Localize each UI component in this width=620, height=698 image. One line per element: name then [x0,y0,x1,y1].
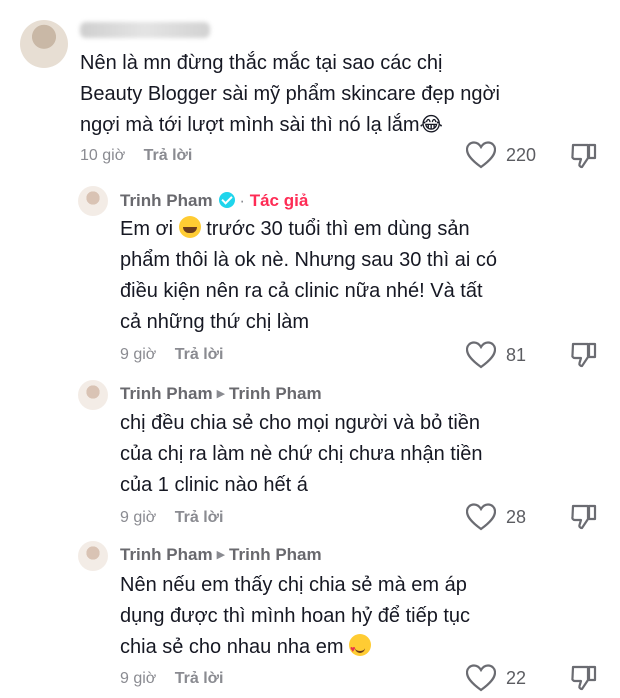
comment-text: Em ơi trước 30 tuổi thì em dùng sản phẩm… [120,216,497,333]
comment-author: Trinh Pham · Tác giả [120,191,309,210]
author-name[interactable]: Trinh Pham [120,545,213,564]
like-button[interactable]: 28 [466,503,526,531]
thumbs-down-icon[interactable] [570,665,598,691]
comment-text: Nên là mn đừng thắc mắc tại sao các chị … [80,52,500,136]
reply-to-name[interactable]: Trinh Pham [229,384,322,403]
author-badge: Tác giả [249,191,309,210]
reply-button[interactable]: Trả lời [144,147,193,164]
grinning-sweat-emoji-icon [178,216,201,238]
heart-outline-icon [466,141,496,169]
comment-author: Trinh Pham ▶ Trinh Pham [120,384,322,404]
like-count: 220 [506,144,537,165]
author-name[interactable]: Trinh Pham [120,384,213,403]
like-count: 81 [506,344,527,365]
comment-text: chị đều chia sẻ cho mọi người và bỏ tiền… [120,412,483,496]
comment-meta: 10 giờ Trả lời [80,147,192,165]
avatar[interactable] [78,541,108,571]
like-button[interactable]: 22 [466,664,526,692]
avatar[interactable] [78,186,108,216]
reply-arrow-icon: ▶ [216,549,226,561]
thumbs-down-icon[interactable] [570,504,598,530]
reply-to-name[interactable]: Trinh Pham [229,545,322,564]
thumbs-down-icon[interactable] [570,143,598,169]
like-button[interactable]: 220 [466,141,536,169]
comment-time: 9 giờ [120,670,157,687]
like-count: 28 [506,506,527,527]
reply-button[interactable]: Trả lời [175,670,224,687]
heart-outline-icon [466,664,496,692]
thumbs-down-icon[interactable] [570,342,598,368]
reply-button[interactable]: Trả lời [175,509,224,526]
like-button[interactable]: 81 [466,341,526,369]
comment-time: 9 giờ [120,509,157,526]
smiling-hearts-emoji-icon [349,634,372,665]
comment-meta: 9 giờ Trả lời [120,670,223,688]
heart-outline-icon [466,503,496,531]
comment-author: Trinh Pham ▶ Trinh Pham [120,545,322,565]
reply-arrow-icon: ▶ [216,388,226,400]
like-count: 22 [506,667,527,688]
comment-meta: 9 giờ Trả lời [120,346,223,364]
reply-button[interactable]: Trả lời [175,346,224,363]
avatar[interactable] [20,20,68,68]
heart-outline-icon [466,341,496,369]
blurred-username [80,22,210,38]
comment-time: 10 giờ [80,147,126,164]
comment-time: 9 giờ [120,346,157,363]
avatar[interactable] [78,380,108,410]
comment-meta: 9 giờ Trả lời [120,509,223,527]
verified-badge-icon [218,192,235,208]
author-name[interactable]: Trinh Pham [120,191,213,210]
comment-text: Nên nếu em thấy chị chia sẻ mà em áp dụn… [120,570,600,665]
